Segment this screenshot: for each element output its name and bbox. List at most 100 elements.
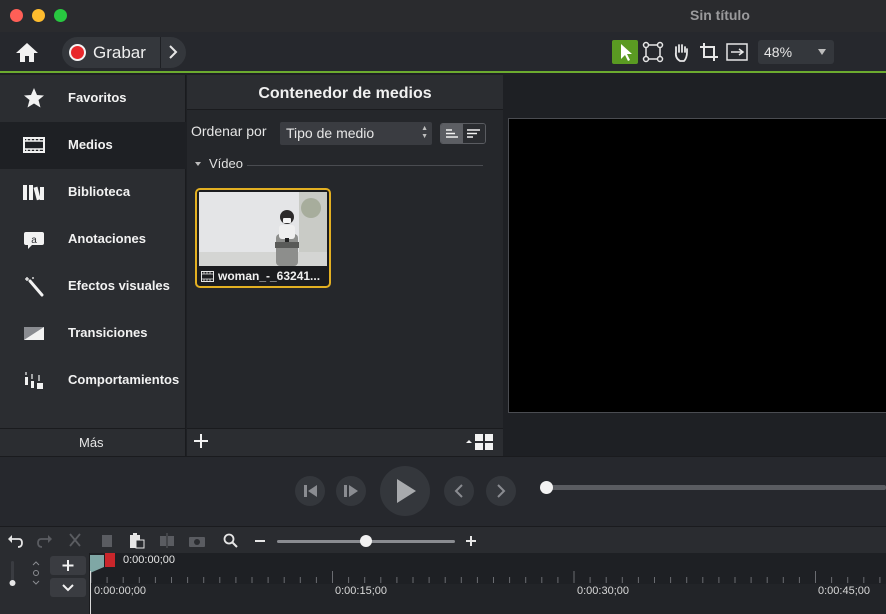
sort-label: Ordenar por (191, 123, 267, 139)
track-height-icon[interactable] (6, 559, 40, 593)
paste-icon[interactable] (127, 532, 145, 549)
crop-icon (700, 43, 718, 61)
chevron-right-icon[interactable] (166, 44, 180, 60)
playhead-handle[interactable] (90, 553, 117, 573)
star-icon (24, 88, 44, 108)
panel-title: Contenedor de medios (258, 85, 432, 102)
pan-zoom-icon (726, 43, 748, 61)
record-separator (160, 37, 161, 68)
step-back-icon (304, 485, 317, 497)
sidebar-item-label: Medios (68, 137, 113, 152)
sort-descending-button[interactable] (463, 124, 485, 143)
preview-area (504, 75, 886, 456)
scrubber-handle[interactable] (540, 481, 553, 494)
more-button[interactable]: Más (0, 428, 186, 456)
timeline-ruler[interactable] (91, 567, 886, 583)
minimize-window-button[interactable] (32, 9, 45, 22)
pointer-tool-button[interactable] (612, 40, 638, 64)
ruler-label: 0:00:30;00 (577, 585, 629, 597)
library-icon (23, 185, 44, 201)
playhead-time: 0:00:00;00 (123, 554, 175, 566)
pointer-icon (621, 44, 632, 61)
step-back-button[interactable] (295, 476, 325, 506)
sidebar-item-transiciones[interactable]: Transiciones (0, 310, 186, 357)
annotation-icon: a (24, 232, 44, 249)
behaviors-icon (25, 372, 43, 389)
play-button[interactable] (380, 466, 430, 516)
sidebar-item-efectos-visuales[interactable]: Efectos visuales (0, 263, 186, 310)
step-forward-button[interactable] (336, 476, 366, 506)
media-item[interactable]: woman_-_63241... (195, 188, 331, 288)
copy-icon[interactable] (98, 532, 116, 549)
sidebar-item-anotaciones[interactable]: a Anotaciones (0, 216, 186, 263)
sort-select[interactable]: Tipo de medio ▲ ▼ (280, 122, 432, 145)
sort-value: Tipo de medio (286, 125, 375, 141)
previous-marker-button[interactable] (444, 476, 474, 506)
add-track-button[interactable] (50, 556, 86, 575)
magic-wand-icon (25, 277, 44, 297)
close-window-button[interactable] (10, 9, 23, 22)
redo-icon[interactable] (36, 532, 54, 549)
transform-icon (642, 41, 664, 63)
stepper-arrows-icon: ▲ ▼ (421, 125, 428, 140)
sidebar-item-comportamientos[interactable]: Comportamientos (0, 357, 186, 404)
undo-icon[interactable] (6, 532, 24, 549)
zoom-value: 48% (764, 44, 793, 60)
cut-icon[interactable] (66, 532, 84, 549)
sidebar-item-favoritos[interactable]: Favoritos (0, 75, 186, 122)
ruler-label: 0:00:15;00 (335, 585, 387, 597)
dropdown-arrow-icon (818, 49, 826, 55)
sidebar-item-label: Comportamientos (68, 372, 180, 387)
preview-canvas[interactable] (508, 118, 886, 413)
timeline-toolbar (0, 526, 886, 553)
timeline-track-controls (0, 553, 90, 614)
ruler-label: 0:00:45;00 (818, 585, 870, 597)
sidebar-item-label: Efectos visuales (68, 278, 170, 293)
hand-tool-button[interactable] (668, 40, 694, 64)
record-dot-icon (69, 44, 86, 61)
camera-icon[interactable] (188, 532, 206, 549)
timeline-track-area[interactable] (91, 584, 886, 614)
window-title: Sin título (690, 7, 750, 23)
zoom-in-icon[interactable] (462, 532, 480, 549)
sidebar-item-label: Favoritos (68, 90, 127, 105)
tools-sidebar: Favoritos Medios Biblioteca a Anotacione… (0, 75, 186, 456)
sort-order-toggle[interactable] (440, 123, 486, 144)
sidebar-item-biblioteca[interactable]: Biblioteca (0, 169, 186, 216)
transform-tool-button[interactable] (640, 40, 666, 64)
plus-icon[interactable] (193, 433, 209, 449)
video-thumbnail (199, 192, 327, 266)
record-label: Grabar (93, 43, 146, 62)
record-button[interactable]: Grabar (62, 37, 186, 68)
section-divider (247, 165, 483, 166)
chevron-down-icon (62, 584, 74, 592)
play-icon (397, 479, 416, 503)
next-marker-button[interactable] (486, 476, 516, 506)
crop-tool-button[interactable] (696, 40, 722, 64)
playback-scrubber[interactable] (546, 485, 886, 490)
zoom-out-icon[interactable] (251, 532, 269, 549)
sort-ascending-icon (446, 129, 458, 138)
step-forward-icon (344, 485, 358, 497)
sort-descending-icon (467, 129, 480, 138)
zoom-slider-handle[interactable] (360, 535, 372, 547)
media-item-footer: woman_-_63241... (197, 267, 329, 286)
sidebar-item-medios[interactable]: Medios (0, 122, 186, 169)
track-options-button[interactable] (50, 578, 86, 597)
grid-view-icon[interactable] (465, 433, 495, 451)
ruler-label: 0:00:00;00 (94, 585, 146, 597)
more-label: Más (79, 435, 104, 450)
transition-icon (24, 327, 44, 340)
media-bin-body: Ordenar por Tipo de medio ▲ ▼ Vídeo woma… (187, 109, 503, 428)
playhead-line[interactable] (90, 571, 91, 614)
chevron-right-icon (497, 484, 506, 498)
magnifier-icon (223, 533, 238, 548)
split-icon[interactable] (158, 532, 176, 549)
sort-ascending-button[interactable] (441, 124, 463, 143)
plus-icon (62, 560, 74, 571)
home-icon[interactable] (14, 40, 40, 64)
pan-zoom-tool-button[interactable] (724, 40, 750, 64)
zoom-window-button[interactable] (54, 9, 67, 22)
video-section-header[interactable]: Vídeo (187, 156, 503, 176)
canvas-zoom-select[interactable]: 48% (758, 40, 834, 64)
